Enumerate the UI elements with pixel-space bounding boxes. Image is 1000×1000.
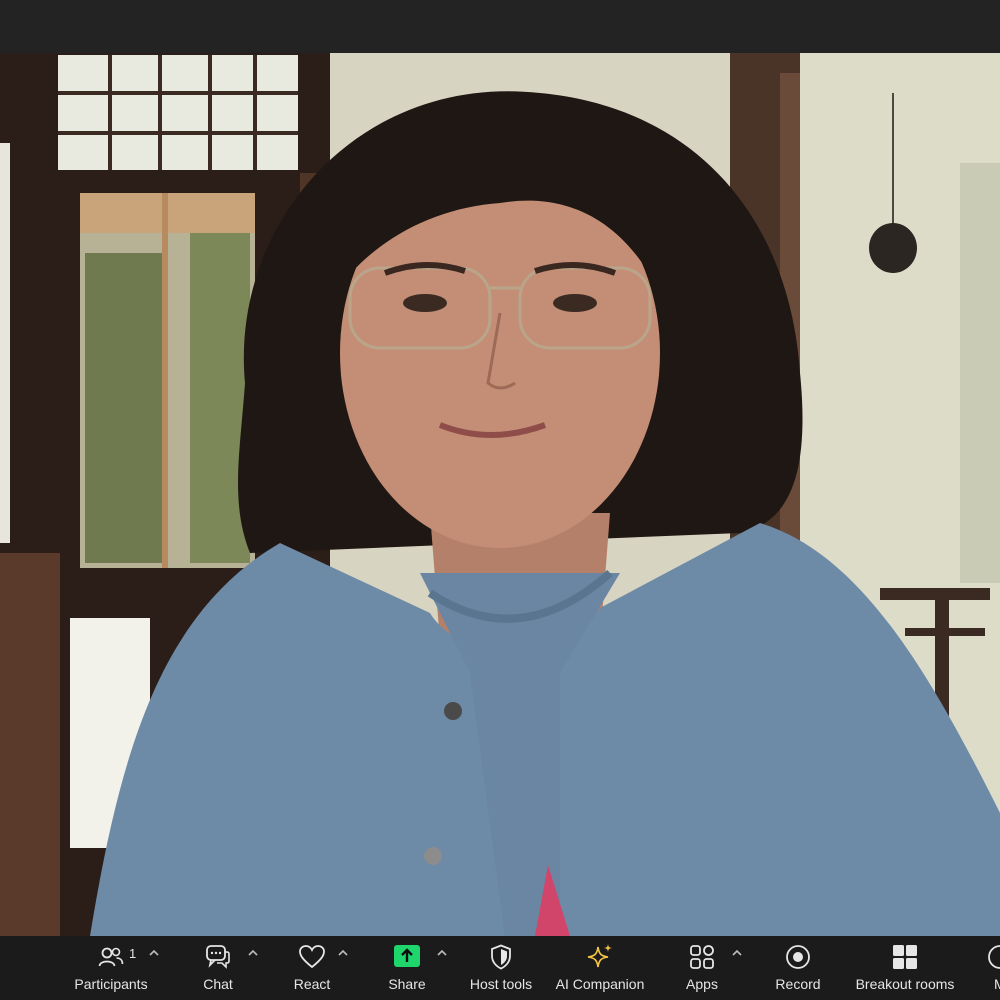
- chat-icon: [203, 942, 233, 972]
- participants-icon: [96, 942, 126, 972]
- chat-label: Chat: [203, 976, 233, 992]
- apps-chevron-up-icon[interactable]: [730, 946, 744, 960]
- record-icon: [783, 942, 813, 972]
- chat-button[interactable]: Chat: [187, 936, 249, 1000]
- host-tools-label: Host tools: [469, 976, 533, 992]
- participants-chevron-up-icon[interactable]: [147, 946, 161, 960]
- react-label: React: [293, 976, 331, 992]
- react-chevron-up-icon[interactable]: [336, 946, 350, 960]
- share-label: Share: [388, 976, 426, 992]
- meeting-window: 1 Participants Chat React Share Host too…: [0, 0, 1000, 1000]
- breakout-rooms-button[interactable]: Breakout rooms: [852, 936, 958, 1000]
- more-label: M: [994, 976, 1000, 992]
- top-bar: [0, 0, 1000, 53]
- share-button[interactable]: Share: [376, 936, 438, 1000]
- chat-chevron-up-icon[interactable]: [246, 946, 260, 960]
- meeting-toolbar: 1 Participants Chat React Share Host too…: [0, 936, 1000, 1000]
- breakout-rooms-label: Breakout rooms: [855, 976, 955, 992]
- participants-count: 1: [129, 946, 137, 961]
- breakout-rooms-icon: [890, 942, 920, 972]
- apps-button[interactable]: Apps: [672, 936, 732, 1000]
- more-icon: [985, 942, 1000, 972]
- participant-video-feed: [0, 53, 1000, 936]
- ai-companion-button[interactable]: AI Companion: [550, 936, 650, 1000]
- share-chevron-up-icon[interactable]: [435, 946, 449, 960]
- ai-companion-label: AI Companion: [555, 976, 645, 992]
- apps-icon: [687, 942, 717, 972]
- sparkle-icon: [585, 942, 615, 972]
- apps-label: Apps: [686, 976, 718, 992]
- video-tile: [0, 53, 1000, 936]
- heart-icon: [297, 942, 327, 972]
- react-button[interactable]: React: [281, 936, 343, 1000]
- more-button[interactable]: M: [988, 936, 1000, 1000]
- participants-label: Participants: [74, 976, 148, 992]
- share-icon: [392, 942, 422, 972]
- shield-icon: [486, 942, 516, 972]
- participants-button[interactable]: 1 Participants: [65, 936, 157, 1000]
- host-tools-button[interactable]: Host tools: [463, 936, 539, 1000]
- record-label: Record: [775, 976, 821, 992]
- record-button[interactable]: Record: [766, 936, 830, 1000]
